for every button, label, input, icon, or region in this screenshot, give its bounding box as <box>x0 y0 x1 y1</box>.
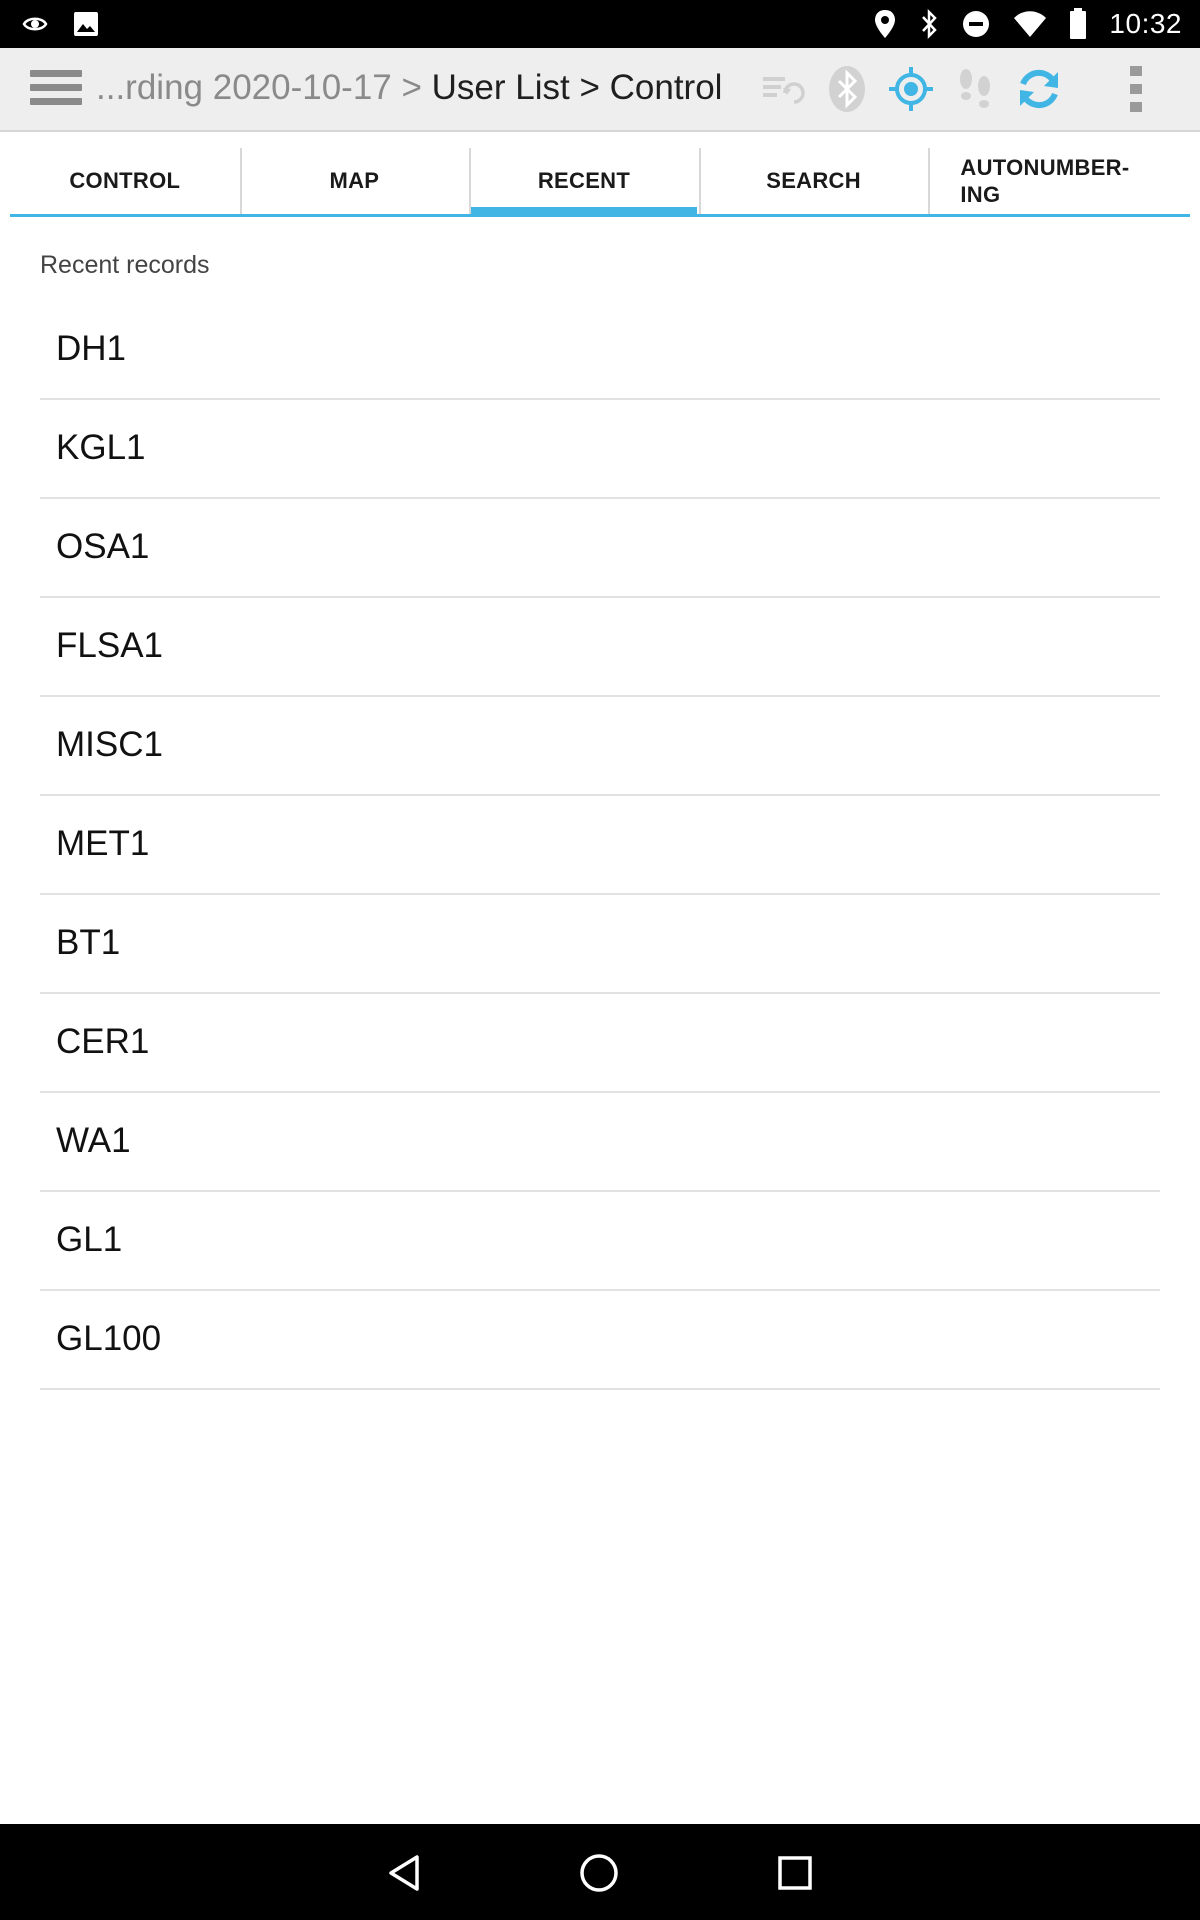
app-bar: ...rding 2020-10-17 > User List > Contro… <box>0 48 1200 132</box>
tab-label: SEARCH <box>766 168 861 193</box>
record-item[interactable]: BT1 <box>40 895 1160 994</box>
recents-icon[interactable] <box>768 1846 822 1900</box>
record-label: GL100 <box>56 1319 162 1358</box>
record-label: GL1 <box>56 1220 123 1259</box>
status-bar: 10:32 <box>0 0 1200 48</box>
record-label: WA1 <box>56 1121 131 1160</box>
tab-autonumbering[interactable]: AUTONUMBER- ING <box>928 148 1190 214</box>
tab-control[interactable]: CONTROL <box>10 148 240 214</box>
record-label: MISC1 <box>56 725 163 764</box>
eye-icon <box>22 11 48 37</box>
record-label: CER1 <box>56 1022 150 1061</box>
do-not-disturb-icon <box>961 9 991 39</box>
tab-search[interactable]: SEARCH <box>698 148 929 214</box>
tab-map[interactable]: MAP <box>239 148 470 214</box>
record-label: DH1 <box>56 329 127 368</box>
navigation-bar <box>0 1824 1200 1920</box>
record-list: DH1 KGL1 OSA1 FLSA1 MISC1 MET1 BT1 CER1 … <box>40 301 1160 1390</box>
sync-list-icon[interactable] <box>758 64 808 114</box>
tab-label: RECENT <box>537 168 631 193</box>
refresh-icon[interactable] <box>1014 64 1064 114</box>
record-item[interactable]: GL1 <box>40 1192 1160 1291</box>
tab-bar: CONTROL MAP RECENT SEARCH AUTONUMBER- IN… <box>10 148 1190 217</box>
battery-icon <box>1069 8 1087 40</box>
section-title: Recent records <box>40 251 210 279</box>
wifi-icon <box>1013 10 1047 38</box>
back-icon[interactable] <box>378 1846 432 1900</box>
record-item[interactable]: KGL1 <box>40 400 1160 499</box>
tab-recent[interactable]: RECENT <box>469 148 699 217</box>
record-item[interactable]: MISC1 <box>40 697 1160 796</box>
gps-target-icon[interactable] <box>886 64 936 114</box>
record-label: KGL1 <box>56 428 146 467</box>
record-item[interactable]: DH1 <box>40 301 1160 400</box>
record-item[interactable]: WA1 <box>40 1093 1160 1192</box>
bluetooth-icon[interactable] <box>822 64 872 114</box>
status-time: 10:32 <box>1109 8 1182 39</box>
tab-label: AUTONUMBER- ING <box>960 155 1130 207</box>
home-icon[interactable] <box>572 1846 626 1900</box>
footsteps-icon[interactable] <box>950 64 1000 114</box>
record-label: FLSA1 <box>56 626 163 665</box>
record-label: BT1 <box>56 923 121 962</box>
record-item[interactable]: MET1 <box>40 796 1160 895</box>
record-label: OSA1 <box>56 527 150 566</box>
record-item[interactable]: GL100 <box>40 1291 1160 1390</box>
location-pin-icon <box>873 9 897 39</box>
record-label: MET1 <box>56 824 150 863</box>
tab-label: MAP <box>329 168 380 193</box>
record-item[interactable]: FLSA1 <box>40 598 1160 697</box>
record-item[interactable]: CER1 <box>40 994 1160 1093</box>
overflow-menu-icon[interactable] <box>1111 64 1161 114</box>
recent-records-panel: Recent records DH1 KGL1 OSA1 FLSA1 MISC1… <box>10 217 1190 1823</box>
image-icon <box>72 10 100 38</box>
bluetooth-icon <box>919 9 939 39</box>
tab-label: CONTROL <box>69 168 181 193</box>
record-item[interactable]: OSA1 <box>40 499 1160 598</box>
